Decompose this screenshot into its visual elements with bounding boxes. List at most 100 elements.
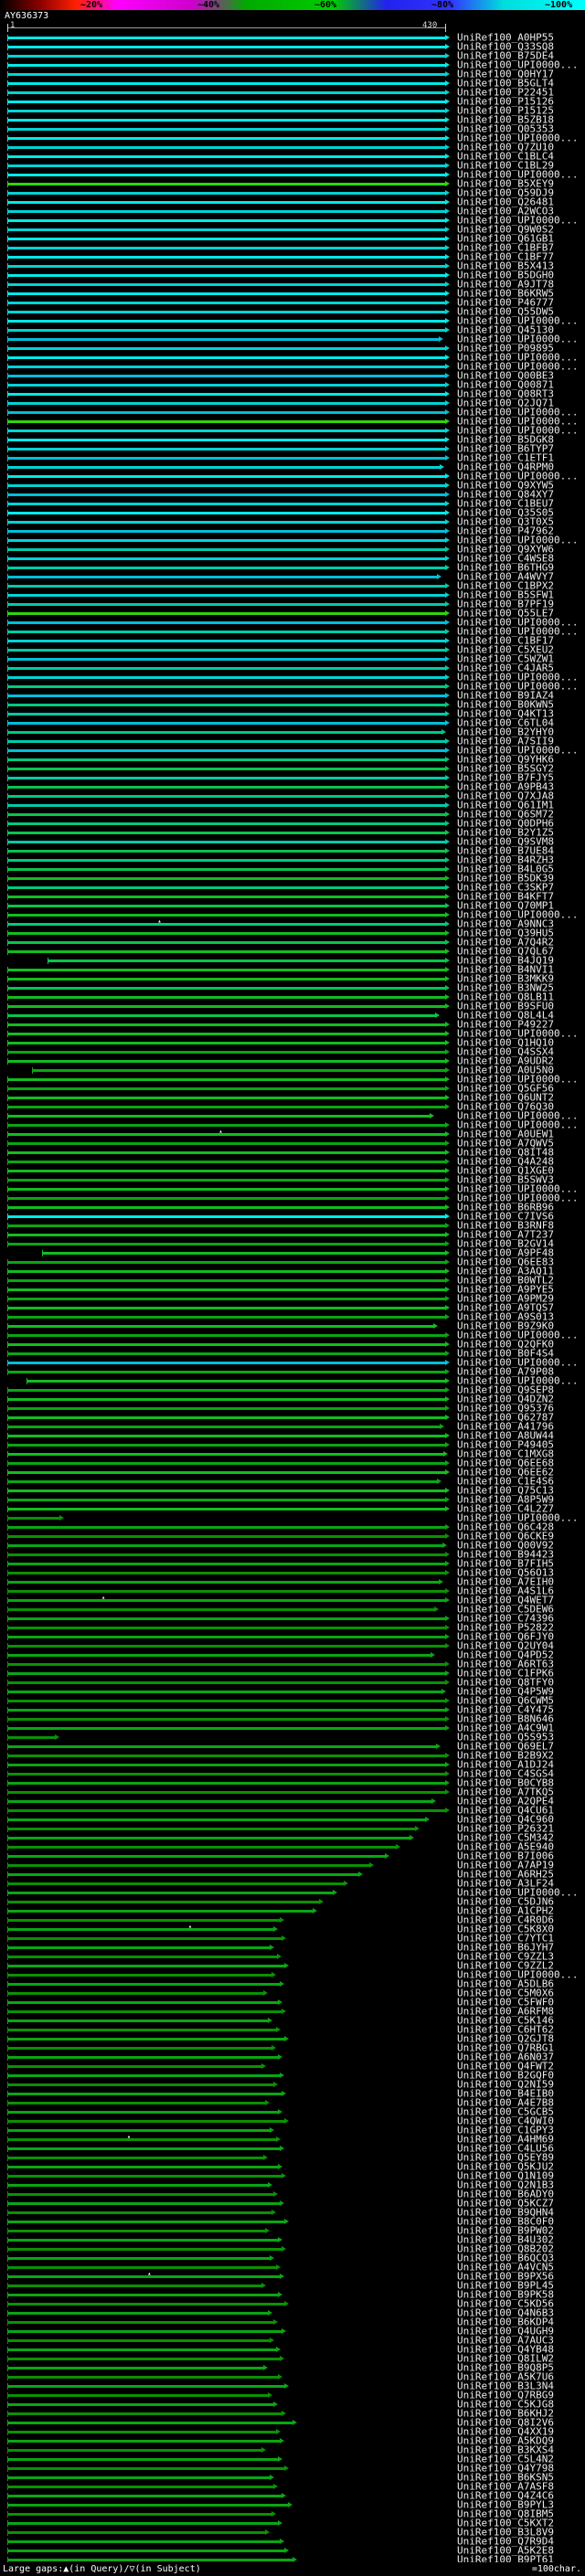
hit-bar[interactable] <box>7 2382 289 2390</box>
hit-bar[interactable] <box>7 1706 450 1713</box>
hit-bar[interactable] <box>7 692 450 699</box>
hit-bar[interactable] <box>7 2126 274 2134</box>
hit-bar[interactable] <box>7 1532 450 1540</box>
hit-bar[interactable] <box>7 801 450 809</box>
hit-bar[interactable] <box>7 472 450 480</box>
hit-bar[interactable] <box>7 1048 450 1055</box>
hit-bar[interactable] <box>7 1286 450 1293</box>
hit-bar[interactable] <box>7 993 450 1001</box>
hit-bar[interactable] <box>7 1002 450 1010</box>
hit-bar[interactable] <box>7 1149 450 1156</box>
hit-bar[interactable] <box>7 1341 450 1348</box>
hit-bar[interactable] <box>7 317 450 324</box>
hit-bar[interactable] <box>7 1331 450 1339</box>
hit-bar[interactable] <box>7 1596 450 1604</box>
hit-bar[interactable] <box>7 792 450 800</box>
hit-bar[interactable] <box>7 1076 450 1083</box>
hit-bar[interactable] <box>7 1688 446 1695</box>
hit-bar[interactable] <box>7 244 450 251</box>
hit-bar[interactable] <box>7 1569 450 1576</box>
hit-bar[interactable] <box>7 1140 450 1147</box>
hit-bar[interactable] <box>7 1414 450 1421</box>
hit-bar[interactable] <box>7 1944 274 1951</box>
hit-bar[interactable] <box>7 1167 450 1174</box>
hit-bar[interactable] <box>7 299 450 306</box>
hit-bar[interactable] <box>7 1094 450 1101</box>
hit-bar[interactable] <box>7 98 450 105</box>
hit-bar[interactable] <box>7 884 450 891</box>
hit-bar[interactable] <box>7 2419 297 2426</box>
hit-bar[interactable] <box>7 1103 450 1110</box>
hit-bar[interactable] <box>7 975 450 982</box>
hit-bar[interactable] <box>7 80 450 87</box>
hit-bar[interactable] <box>7 1423 445 1430</box>
hit-bar[interactable] <box>7 1231 450 1238</box>
hit-bar[interactable] <box>7 1386 450 1394</box>
hit-bar[interactable] <box>7 2519 282 2527</box>
hit-bar[interactable] <box>7 1322 438 1330</box>
hit-bar[interactable] <box>7 1542 447 1549</box>
hit-bar[interactable] <box>7 929 450 937</box>
hit-bar[interactable] <box>7 829 450 836</box>
hit-bar[interactable] <box>7 2053 282 2061</box>
hit-bar[interactable] <box>7 1185 450 1193</box>
hit-bar[interactable] <box>7 2044 277 2051</box>
hit-bar[interactable] <box>7 747 450 754</box>
hit-bar[interactable] <box>7 2081 279 2088</box>
hit-bar[interactable] <box>7 838 450 845</box>
hit-bar[interactable] <box>7 591 450 599</box>
hit-bar[interactable] <box>7 2282 267 2289</box>
hit-bar[interactable] <box>7 235 450 242</box>
hit-bar[interactable] <box>7 2263 281 2271</box>
hit-bar[interactable] <box>47 957 450 964</box>
hit-bar[interactable] <box>7 1916 285 1924</box>
hit-bar[interactable] <box>7 345 450 352</box>
hit-bar[interactable] <box>7 207 450 215</box>
hit-bar[interactable] <box>7 1441 450 1448</box>
hit-bar[interactable] <box>7 1907 317 1914</box>
hit-bar[interactable] <box>7 180 450 187</box>
hit-bar[interactable] <box>7 1834 414 1841</box>
hit-bar[interactable] <box>7 1158 450 1165</box>
hit-bar[interactable] <box>7 1030 450 1037</box>
hit-bar[interactable] <box>7 1130 450 1138</box>
hit-bar[interactable] <box>7 1267 450 1275</box>
hit-bar[interactable] <box>7 2510 277 2518</box>
hit-bar[interactable] <box>7 363 450 370</box>
hit-bar[interactable] <box>7 1194 450 1202</box>
hit-bar[interactable] <box>7 2446 267 2454</box>
hit-bar[interactable] <box>7 1350 450 1357</box>
hit-bar[interactable] <box>27 1377 450 1384</box>
hit-bar[interactable] <box>7 1258 450 1266</box>
hit-bar[interactable] <box>7 1551 450 1558</box>
hit-bar[interactable] <box>7 2090 287 2097</box>
hit-bar[interactable] <box>7 454 450 461</box>
hit-bar[interactable] <box>7 1578 444 1585</box>
hit-bar[interactable] <box>7 1615 450 1622</box>
hit-bar[interactable] <box>7 1514 64 1521</box>
hit-bar[interactable] <box>7 1797 437 1805</box>
hit-bar[interactable] <box>7 2190 279 2198</box>
hit-bar[interactable] <box>7 290 450 297</box>
hit-bar[interactable] <box>7 445 450 452</box>
hit-bar[interactable] <box>7 2346 281 2353</box>
hit-bar[interactable] <box>7 2483 279 2490</box>
hit-bar[interactable] <box>7 1852 390 1860</box>
hit-bar[interactable] <box>7 2035 289 2042</box>
hit-bar[interactable] <box>7 1606 439 1613</box>
hit-bar[interactable] <box>7 646 450 653</box>
hit-bar[interactable] <box>7 2309 272 2316</box>
hit-bar[interactable] <box>7 1998 282 2006</box>
hit-bar[interactable] <box>7 1989 269 1997</box>
hit-bar[interactable] <box>7 1642 450 1649</box>
hit-bar[interactable] <box>7 2136 281 2143</box>
hit-bar[interactable] <box>7 1505 450 1512</box>
hit-bar[interactable] <box>7 2227 271 2234</box>
hit-bar[interactable] <box>7 2209 277 2216</box>
hit-bar[interactable] <box>7 1523 450 1531</box>
hit-bar[interactable] <box>7 1788 450 1796</box>
hit-bar[interactable] <box>7 1980 285 1988</box>
hit-bar[interactable] <box>7 1825 420 1832</box>
hit-bar[interactable] <box>7 1057 450 1065</box>
hit-bar[interactable] <box>7 427 450 434</box>
